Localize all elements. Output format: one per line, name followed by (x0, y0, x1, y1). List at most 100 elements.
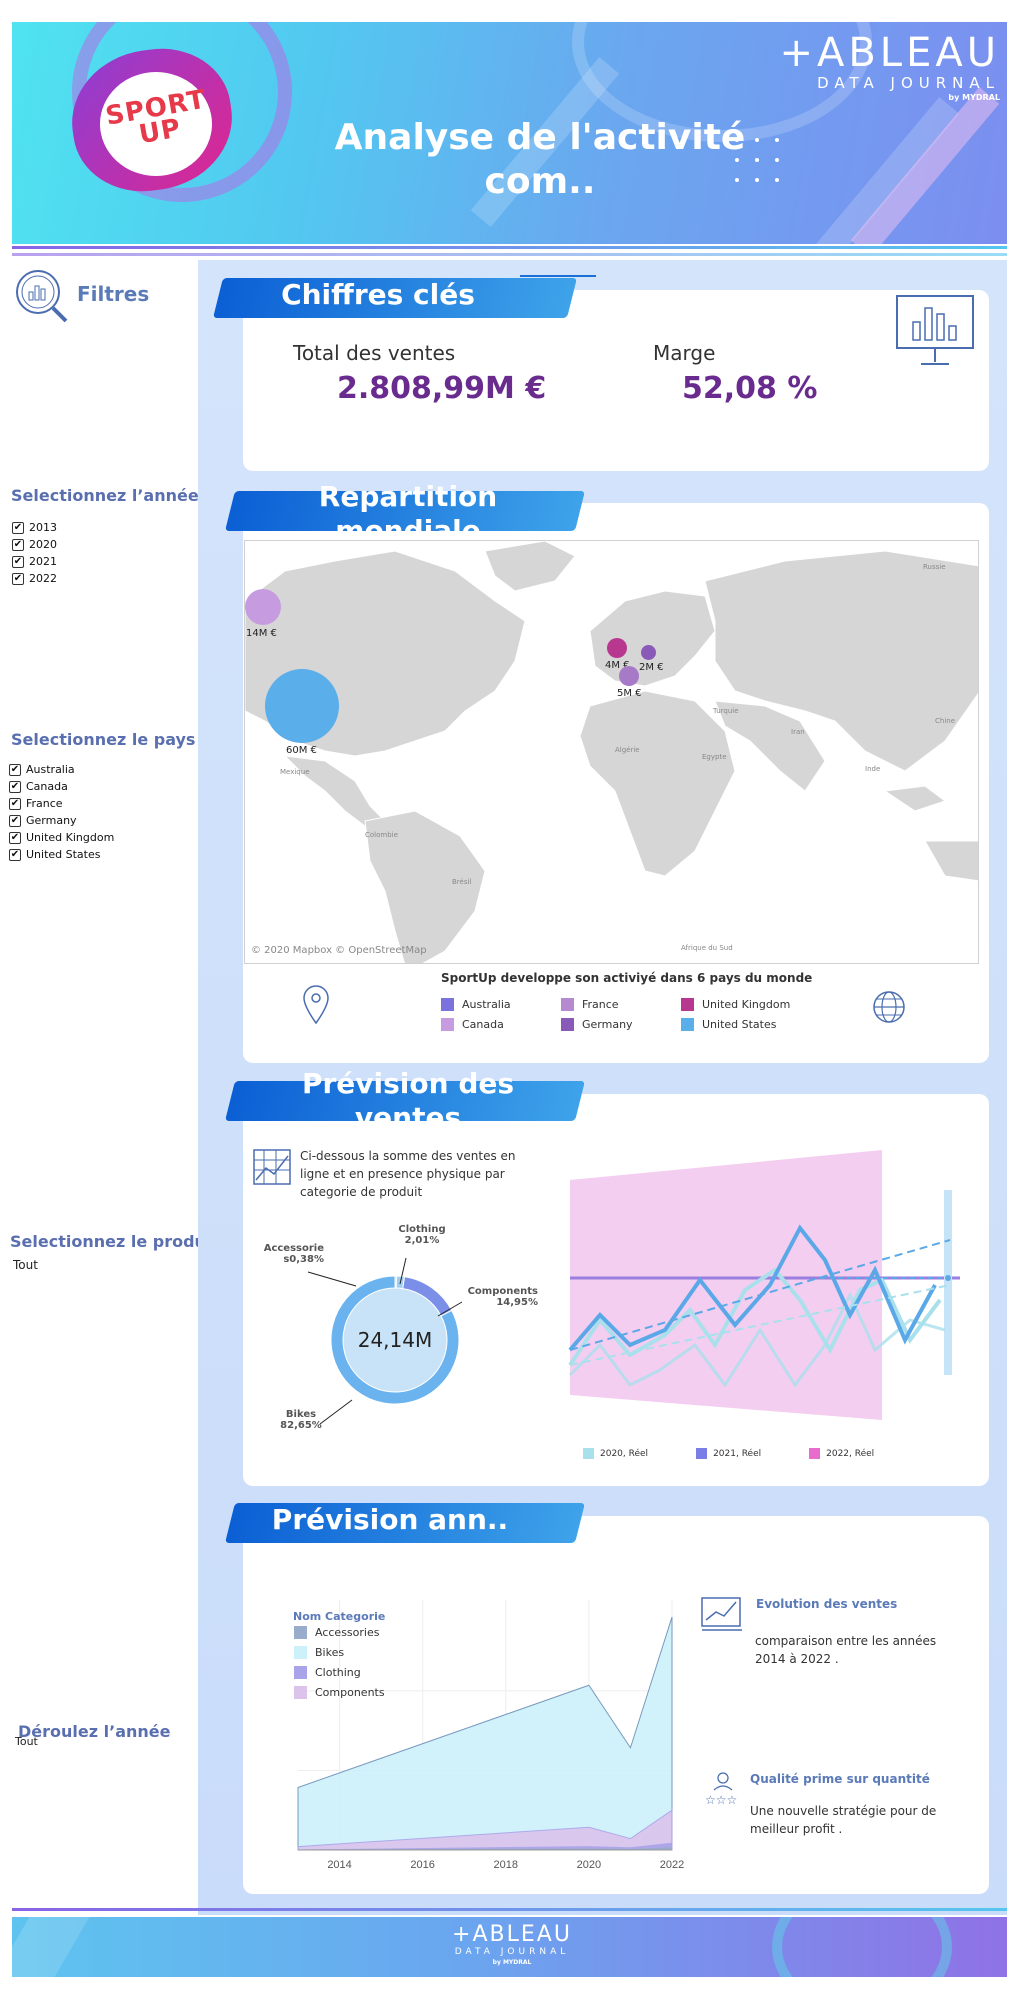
analytics-search-icon (16, 270, 68, 323)
brand-by: by MYDRAL (948, 93, 1000, 102)
divider (12, 246, 1007, 249)
x-tick-label: 2020 (577, 1859, 601, 1871)
page-title: Analyse de l'activité com.. (334, 117, 746, 202)
legend-item: Bikes (294, 1646, 385, 1659)
map-attribution: © 2020 Mapbox © OpenStreetMap (251, 945, 427, 956)
map-place-label: Afrique du Sud (681, 944, 733, 952)
x-tick-label: 2016 (410, 1859, 434, 1871)
map-place-label: Chine (935, 717, 956, 725)
donut-label-components: Components 14,95% (467, 1286, 538, 1308)
legend-item: Canada (441, 1018, 561, 1031)
map-place-label: Colombie (365, 831, 398, 839)
footer-brand: +ABLEAU DATA JOURNAL by MYDRAL (432, 1923, 592, 1967)
footer-brand-name: +ABLEAU (452, 1922, 572, 1947)
country-legend: Australia France United Kingdom Canada G… (441, 998, 790, 1031)
product-dropdown[interactable]: Tout (13, 1258, 38, 1272)
year-checkbox[interactable]: ✔ 2021 (12, 553, 57, 570)
donut-center-value: 24,14M (357, 1328, 433, 1352)
country-checkbox[interactable]: ✔ Canada (9, 778, 114, 795)
quality-stars-icon: ☆☆☆ (705, 1772, 737, 1807)
world-map[interactable]: Russie Turquie Algérie Egypte Iran Inde … (244, 540, 979, 964)
banner-accent (520, 275, 596, 277)
map-bubble-label: 2M € (639, 662, 664, 673)
filters-title: Filtres (77, 282, 150, 306)
legend-item: Components (294, 1686, 385, 1699)
svg-text:☆☆☆: ☆☆☆ (705, 1793, 737, 1807)
map-place-label: Brésil (452, 878, 472, 886)
legend-item: United Kingdom (681, 998, 801, 1011)
decorative-swoosh (772, 1917, 952, 1977)
monitor-chart-icon (896, 295, 974, 365)
map-caption: SportUp developpe son activiyé dans 6 pa… (441, 971, 813, 985)
evolution-text: comparaison entre les années 2014 à 2022… (755, 1634, 937, 1666)
product-filter-title: Selectionnez le produit (10, 1232, 220, 1251)
country-checkbox[interactable]: ✔ Australia (9, 761, 114, 778)
map-place-label: Algérie (615, 746, 640, 754)
brand-name: +ABLEAU (779, 30, 1000, 76)
footer-brand-by: by MYDRAL (492, 1959, 532, 1966)
kpi-banner-title: Chiffres clés (281, 278, 475, 311)
country-filter-title: Selectionnez le pays (11, 730, 196, 749)
legend-item: France (561, 998, 681, 1011)
world-map-shapes (245, 541, 978, 963)
legend-item: Australia (441, 998, 561, 1011)
year-filter-title: Selectionnez l’année (11, 486, 199, 505)
decorative-dots (735, 138, 785, 188)
x-tick-label: 2018 (494, 1859, 518, 1871)
x-tick-label: 2014 (327, 1859, 351, 1871)
forecast-banner-title: Prévision des ventes (301, 1067, 515, 1127)
forecast-line-chart[interactable] (560, 1140, 970, 1440)
map-bubble-germany[interactable] (641, 645, 656, 660)
globe-icon (873, 991, 905, 1023)
map-bubble-united-kingdom[interactable] (607, 638, 627, 658)
scroll-year-title: Déroulez l’année (18, 1722, 171, 1741)
trend-point (945, 1275, 951, 1281)
year-checkbox[interactable]: ✔ 2013 (12, 519, 57, 536)
evolution-title: Evolution des ventes (756, 1597, 898, 1611)
country-checkbox-list: ✔ Australia ✔ Canada ✔ France ✔ Germany ✔ Uni… (9, 761, 114, 863)
map-place-label: Egypte (702, 753, 727, 761)
map-bubble-france[interactable] (619, 666, 639, 686)
decorative-stripe (850, 87, 1000, 244)
total-sales-value: 2.808,99M € (337, 371, 547, 406)
map-place-label: Mexique (280, 768, 310, 776)
location-pin-icon (303, 985, 329, 1025)
legend-item: 2020, Réel (583, 1448, 648, 1459)
divider (12, 253, 1007, 256)
country-checkbox[interactable]: ✔ United Kingdom (9, 829, 114, 846)
evolution-chart-icon (701, 1597, 742, 1631)
annual-banner-title: Prévision ann.. (271, 1503, 509, 1536)
quality-text: Une nouvelle stratégie pour de meilleur … (750, 1804, 937, 1836)
divider (12, 1908, 1007, 1911)
category-legend-title: Nom Categorie (293, 1610, 386, 1623)
map-bubble-canada[interactable] (245, 589, 281, 625)
map-banner-title: Repartition mondiale (318, 480, 498, 540)
footer-brand-subtitle: DATA JOURNAL (454, 1947, 570, 1957)
country-checkbox[interactable]: ✔ Germany (9, 812, 114, 829)
map-bubble-united-states[interactable] (265, 669, 339, 743)
donut-label-bikes: Bikes 82,65% (280, 1409, 322, 1431)
year-checkbox[interactable]: ✔ 2022 (12, 570, 57, 587)
legend-item: Accessories (294, 1626, 385, 1639)
donut-label-clothing: Clothing 2,01% (398, 1224, 446, 1246)
quality-title: Qualité prime sur quantité (750, 1772, 930, 1786)
year-checkbox[interactable]: ✔ 2020 (12, 536, 57, 553)
chart-grid-icon (253, 1149, 291, 1185)
total-sales-label: Total des ventes (293, 341, 456, 365)
country-checkbox[interactable]: ✔ France (9, 795, 114, 812)
filters-sidebar (12, 260, 198, 1915)
x-tick-label: 2022 (660, 1859, 684, 1871)
legend-item: 2022, Réel (809, 1448, 874, 1459)
legend-item: Germany (561, 1018, 681, 1031)
country-checkbox[interactable]: ✔ United States (9, 846, 114, 863)
legend-item: 2021, Réel (696, 1448, 761, 1459)
footer-banner: +ABLEAU DATA JOURNAL by MYDRAL (12, 1917, 1007, 1977)
year-checkbox-list: ✔ 2013 ✔ 2020 ✔ 2021 ✔ 2022 (12, 519, 57, 587)
margin-value: 52,08 % (682, 371, 818, 406)
donut-leader-line (307, 1271, 357, 1287)
tableau-brand: +ABLEAU DATA JOURNAL by MYDRAL (740, 32, 1000, 104)
map-place-label: Russie (923, 563, 946, 571)
decorative-stripe (12, 1917, 90, 1977)
map-bubble-label: 5M € (617, 688, 642, 699)
year-slider[interactable]: Tout (15, 1735, 38, 1748)
